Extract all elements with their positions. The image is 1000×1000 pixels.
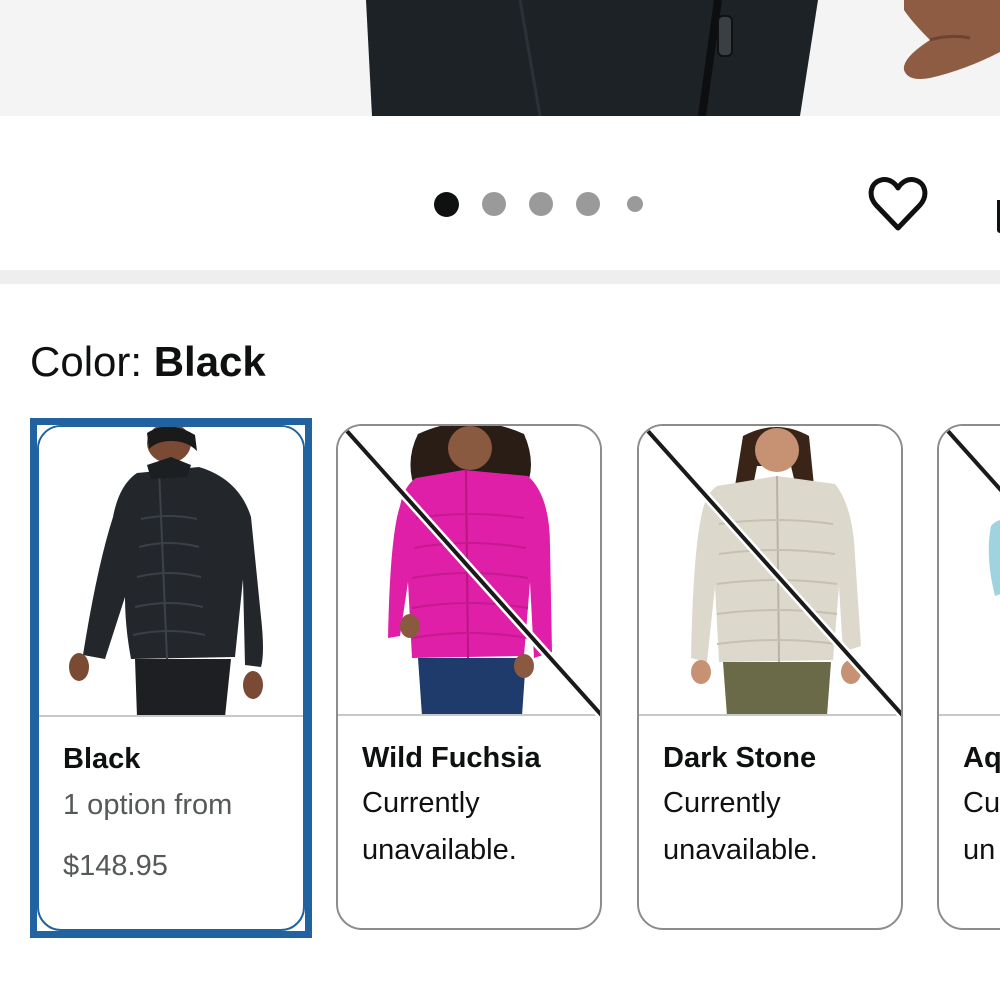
color-swatch-black[interactable]: Black 1 option from $148.95 — [30, 418, 312, 938]
jacket-black-thumbnail — [39, 427, 303, 717]
swatch-unavailable-line1: Currently — [663, 787, 781, 819]
swatch-text: Aq Cu un — [963, 736, 1000, 874]
jacket-stone-thumbnail — [639, 426, 901, 716]
product-page: Color: Black Black 1 option from $148.95… — [0, 0, 1000, 1000]
swatch-text: Dark Stone Currently unavailable. — [663, 736, 891, 874]
swatch-card: Black 1 option from $148.95 — [37, 425, 305, 931]
carousel-dot-1[interactable] — [434, 192, 459, 217]
jacket-fuchsia-thumbnail — [338, 426, 600, 716]
product-main-image[interactable] — [0, 0, 1000, 116]
swatch-unavailable-line2: unavailable. — [663, 834, 818, 866]
swatch-color-name: Black — [63, 743, 141, 775]
color-selector-heading: Color: Black — [30, 334, 266, 390]
swatch-unavailable-line1: Currently — [362, 787, 480, 819]
swatch-unavailable-line2: unavailable. — [362, 834, 517, 866]
swatch-text: Wild Fuchsia Currently unavailable. — [362, 736, 590, 874]
color-swatch-dark-stone[interactable]: Dark Stone Currently unavailable. — [637, 424, 903, 930]
color-swatch-aqua[interactable]: Aq Cu un — [937, 424, 1000, 930]
color-swatch-list: Black 1 option from $148.95 Wild Fuchsia… — [0, 418, 1000, 950]
carousel-dot-3[interactable] — [529, 192, 553, 216]
swatch-offer-count: 1 option from — [63, 789, 233, 821]
product-photo-crop — [0, 0, 1000, 116]
swatch-text: Black 1 option from $148.95 — [63, 737, 293, 886]
swatch-color-name: Dark Stone — [663, 742, 817, 774]
swatch-unavailable-line2: un — [963, 834, 996, 866]
carousel-dot-5[interactable] — [627, 196, 643, 212]
selected-color-value: Black — [153, 338, 266, 385]
jacket-aqua-thumbnail — [939, 426, 1000, 716]
carousel-dot-4[interactable] — [576, 192, 600, 216]
section-divider — [0, 270, 1000, 284]
color-label: Color: — [30, 338, 154, 385]
share-icon[interactable] — [986, 192, 1000, 236]
carousel-dot-2[interactable] — [482, 192, 506, 216]
swatch-unavailable-line1: Cu — [963, 787, 1000, 819]
swatch-color-name: Aq — [963, 742, 1000, 774]
swatch-price: $148.95 — [63, 850, 168, 882]
swatch-color-name: Wild Fuchsia — [362, 742, 541, 774]
color-swatch-wild-fuchsia[interactable]: Wild Fuchsia Currently unavailable. — [336, 424, 602, 930]
heart-icon[interactable] — [866, 172, 930, 236]
